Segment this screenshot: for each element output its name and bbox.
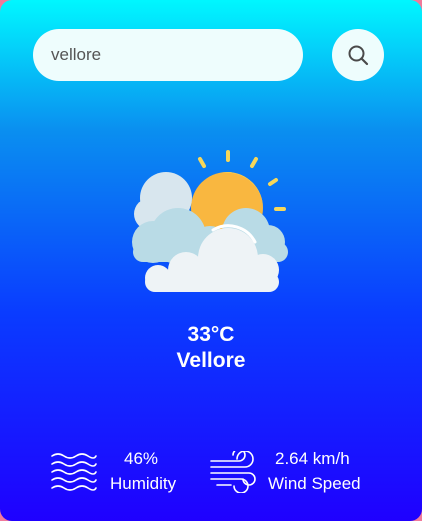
search-icon [348,45,369,66]
humidity-value: 46% [124,449,159,468]
partly-cloudy-icon [132,150,288,292]
wind-icon [210,451,256,493]
wind-label: Wind Speed [268,474,361,493]
humidity-label: Humidity [110,474,177,493]
city-name: Vellore [176,349,246,372]
humidity-waves-icon [51,453,97,491]
wind-value: 2.64 km/h [275,449,350,468]
search-input[interactable] [33,29,303,81]
weather-card: 33°C Vellore 46% Humidity 2.64 km/h Wind… [0,0,422,521]
search-button[interactable] [332,29,384,81]
search-bar [33,29,303,81]
temperature: 33°C [187,323,235,346]
